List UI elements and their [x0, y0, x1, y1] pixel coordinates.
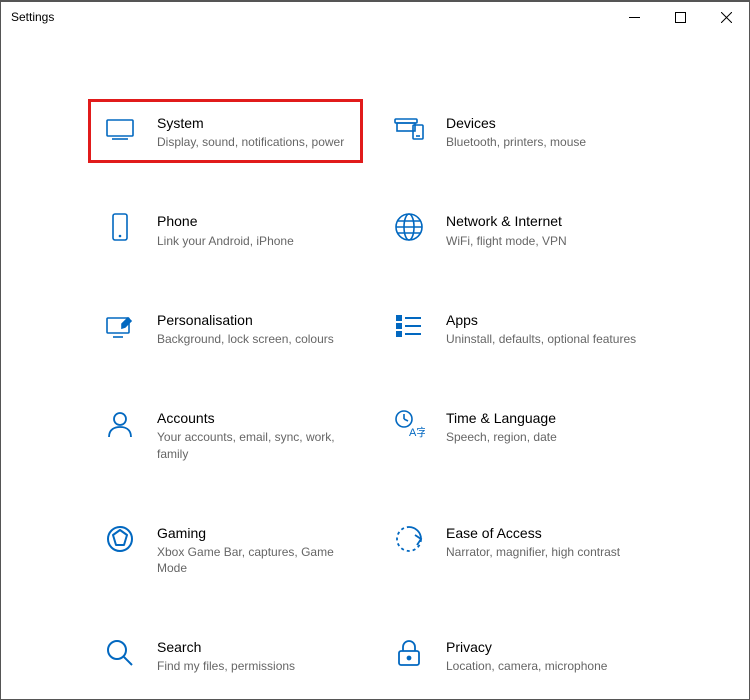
settings-item-network[interactable]: Network & Internet WiFi, flight mode, VP…	[380, 200, 649, 258]
item-title: Privacy	[446, 638, 637, 656]
settings-item-phone[interactable]: Phone Link your Android, iPhone	[91, 200, 360, 258]
settings-item-gaming[interactable]: Gaming Xbox Game Bar, captures, Game Mod…	[91, 512, 360, 587]
apps-icon	[392, 309, 426, 343]
settings-item-devices[interactable]: Devices Bluetooth, printers, mouse	[380, 102, 649, 160]
item-desc: Xbox Game Bar, captures, Game Mode	[157, 544, 348, 576]
item-title: Personalisation	[157, 311, 348, 329]
settings-item-search[interactable]: Search Find my files, permissions	[91, 626, 360, 684]
item-desc: Link your Android, iPhone	[157, 233, 348, 249]
ease-of-access-icon	[392, 522, 426, 556]
item-desc: WiFi, flight mode, VPN	[446, 233, 637, 249]
item-title: Apps	[446, 311, 637, 329]
settings-item-privacy[interactable]: Privacy Location, camera, microphone	[380, 626, 649, 684]
item-desc: Your accounts, email, sync, work, family	[157, 429, 348, 461]
svg-text:A字: A字	[409, 425, 425, 439]
window-title: Settings	[11, 10, 54, 24]
time-language-icon: A字	[392, 407, 426, 441]
item-title: Search	[157, 638, 348, 656]
window-controls	[611, 2, 749, 32]
settings-item-time-language[interactable]: A字 Time & Language Speech, region, date	[380, 397, 649, 472]
search-icon	[103, 636, 137, 670]
gaming-icon	[103, 522, 137, 556]
personalisation-icon	[103, 309, 137, 343]
accounts-icon	[103, 407, 137, 441]
item-desc: Uninstall, defaults, optional features	[446, 331, 637, 347]
phone-icon	[103, 210, 137, 244]
item-desc: Location, camera, microphone	[446, 658, 637, 674]
settings-item-accounts[interactable]: Accounts Your accounts, email, sync, wor…	[91, 397, 360, 472]
settings-item-ease-of-access[interactable]: Ease of Access Narrator, magnifier, high…	[380, 512, 649, 587]
item-desc: Find my files, permissions	[157, 658, 348, 674]
settings-grid: System Display, sound, notifications, po…	[1, 32, 749, 685]
item-desc: Display, sound, notifications, power	[157, 134, 348, 150]
item-desc: Bluetooth, printers, mouse	[446, 134, 637, 150]
item-title: Ease of Access	[446, 524, 637, 542]
settings-item-personalisation[interactable]: Personalisation Background, lock screen,…	[91, 299, 360, 357]
item-title: Gaming	[157, 524, 348, 542]
item-title: Phone	[157, 212, 348, 230]
titlebar: Settings	[1, 2, 749, 32]
item-desc: Narrator, magnifier, high contrast	[446, 544, 637, 560]
system-icon	[103, 112, 137, 146]
network-icon	[392, 210, 426, 244]
item-title: Accounts	[157, 409, 348, 427]
item-title: Time & Language	[446, 409, 637, 427]
item-title: Devices	[446, 114, 637, 132]
item-title: System	[157, 114, 348, 132]
maximize-button[interactable]	[657, 2, 703, 32]
item-desc: Background, lock screen, colours	[157, 331, 348, 347]
item-desc: Speech, region, date	[446, 429, 637, 445]
close-button[interactable]	[703, 2, 749, 32]
devices-icon	[392, 112, 426, 146]
minimize-button[interactable]	[611, 2, 657, 32]
settings-item-system[interactable]: System Display, sound, notifications, po…	[88, 99, 363, 163]
privacy-icon	[392, 636, 426, 670]
settings-item-apps[interactable]: Apps Uninstall, defaults, optional featu…	[380, 299, 649, 357]
item-title: Network & Internet	[446, 212, 637, 230]
